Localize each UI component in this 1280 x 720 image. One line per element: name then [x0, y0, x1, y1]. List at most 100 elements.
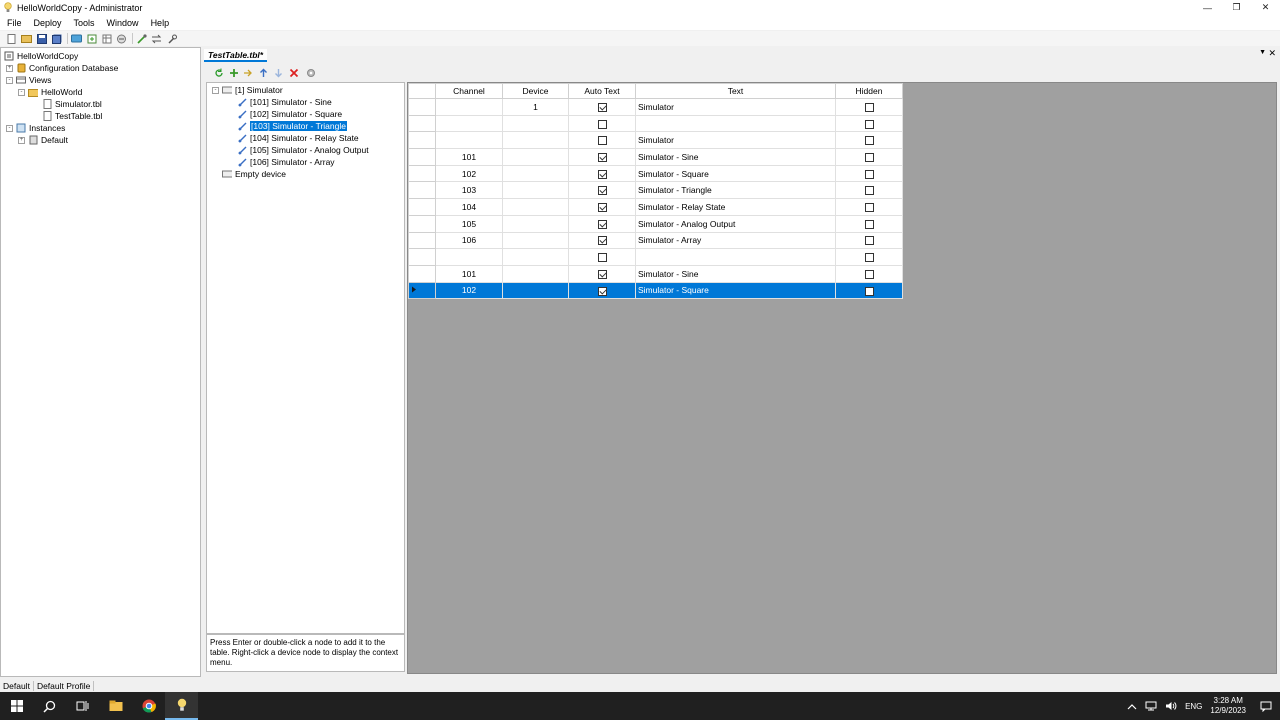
hidden-checkbox[interactable]	[864, 203, 874, 213]
cell-channel[interactable]	[435, 248, 503, 266]
auto-text-checkbox[interactable]	[597, 219, 607, 229]
volume-icon[interactable]	[1165, 701, 1177, 711]
close-button[interactable]: ✕	[1251, 0, 1280, 15]
move-down-icon[interactable]	[273, 67, 284, 78]
row-header[interactable]	[408, 148, 436, 166]
auto-text-checkbox[interactable]	[597, 153, 607, 163]
cell-device[interactable]	[502, 148, 569, 166]
tree-node-configuration-database[interactable]: + Configuration Database	[6, 62, 118, 74]
search-icon[interactable]	[33, 692, 66, 720]
cell-channel[interactable]: 104	[435, 198, 503, 216]
table-row[interactable]: 102 Simulator - Square	[408, 281, 903, 300]
expand-plus-icon[interactable]: +	[6, 64, 13, 72]
add-view-icon[interactable]	[86, 33, 97, 44]
cell-channel[interactable]	[435, 114, 503, 133]
transfer-icon[interactable]	[151, 33, 162, 44]
cell-device[interactable]	[502, 231, 569, 250]
cell-channel[interactable]: 105	[435, 214, 503, 233]
auto-text-checkbox[interactable]	[597, 119, 607, 129]
expand-plus-icon[interactable]: +	[18, 136, 25, 144]
hidden-checkbox[interactable]	[864, 186, 874, 196]
table-row[interactable]: 105 Simulator - Analog Output	[408, 214, 903, 233]
cell-channel[interactable]: 102	[435, 281, 503, 300]
row-header[interactable]	[408, 281, 436, 300]
network-icon[interactable]	[1145, 701, 1157, 711]
auto-text-checkbox[interactable]	[597, 186, 607, 196]
auto-text-checkbox[interactable]	[597, 102, 607, 112]
cell-text[interactable]: Simulator - Triangle	[635, 181, 836, 200]
device-node-empty[interactable]: Empty device	[222, 168, 286, 180]
lightbulb-app-icon[interactable]	[165, 692, 198, 720]
file-explorer-icon[interactable]	[99, 692, 132, 720]
table-row[interactable]: 104 Simulator - Relay State	[408, 198, 903, 216]
collapse-minus-icon[interactable]: -	[6, 124, 13, 132]
hidden-checkbox[interactable]	[864, 236, 874, 246]
column-header-auto-text[interactable]: Auto Text	[568, 83, 636, 99]
cell-text[interactable]: Simulator - Analog Output	[635, 214, 836, 233]
column-header-channel[interactable]: Channel	[435, 83, 503, 99]
table-row[interactable]: 1 Simulator	[408, 98, 903, 116]
start-windows-icon[interactable]	[0, 692, 33, 720]
menu-file[interactable]: File	[2, 18, 27, 28]
delete-icon[interactable]	[288, 67, 299, 78]
cell-text[interactable]	[635, 114, 836, 133]
restore-button[interactable]: ❐	[1222, 0, 1251, 15]
cell-device[interactable]	[502, 214, 569, 233]
close-tab-icon[interactable]: ✕	[1268, 48, 1276, 59]
cell-channel[interactable]	[435, 131, 503, 150]
wrench-icon[interactable]	[166, 33, 177, 44]
cell-device[interactable]	[502, 281, 569, 300]
auto-text-checkbox[interactable]	[597, 269, 607, 279]
hidden-checkbox[interactable]	[864, 136, 874, 146]
tree-node-root[interactable]: HelloWorldCopy	[4, 50, 78, 62]
hidden-checkbox[interactable]	[864, 119, 874, 129]
cell-text[interactable]: Simulator	[635, 131, 836, 150]
cell-channel[interactable]: 103	[435, 181, 503, 200]
hidden-checkbox[interactable]	[864, 169, 874, 179]
column-header-device[interactable]: Device	[502, 83, 569, 99]
row-header[interactable]	[408, 214, 436, 233]
auto-text-checkbox[interactable]	[597, 253, 607, 263]
hidden-checkbox[interactable]	[864, 219, 874, 229]
auto-text-checkbox[interactable]	[597, 236, 607, 246]
database-icon[interactable]	[71, 33, 82, 44]
cell-text[interactable]: Simulator - Square	[635, 281, 836, 300]
tools-icon[interactable]	[136, 33, 147, 44]
cell-text[interactable]: Simulator - Array	[635, 231, 836, 250]
hidden-checkbox[interactable]	[864, 286, 874, 296]
collapse-minus-icon[interactable]: -	[212, 86, 219, 94]
cell-device[interactable]	[502, 164, 569, 183]
cell-device[interactable]	[502, 181, 569, 200]
table-row[interactable]: 102 Simulator - Square	[408, 164, 903, 183]
channel-node-103[interactable]: [103] Simulator - Triangle	[237, 120, 347, 132]
cell-device[interactable]	[502, 114, 569, 133]
cell-device[interactable]	[502, 198, 569, 216]
row-header[interactable]	[408, 264, 436, 283]
collapse-minus-icon[interactable]: -	[6, 76, 13, 84]
channel-node-104[interactable]: [104] Simulator - Relay State	[237, 132, 359, 144]
channel-node-102[interactable]: [102] Simulator - Square	[237, 108, 342, 120]
table-row[interactable]	[408, 248, 903, 266]
chrome-icon[interactable]	[132, 692, 165, 720]
cell-device[interactable]: 1	[502, 98, 569, 116]
new-file-icon[interactable]	[6, 33, 17, 44]
move-up-icon[interactable]	[258, 67, 269, 78]
menu-tools[interactable]: Tools	[69, 18, 100, 28]
hidden-checkbox[interactable]	[864, 253, 874, 263]
row-header[interactable]	[408, 181, 436, 200]
channel-node-106[interactable]: [106] Simulator - Array	[237, 156, 335, 168]
tree-node-views[interactable]: - Views	[6, 74, 52, 86]
cell-text[interactable]: Simulator - Sine	[635, 264, 836, 283]
menu-help[interactable]: Help	[146, 18, 175, 28]
chevron-up-icon[interactable]	[1127, 703, 1137, 710]
hidden-checkbox[interactable]	[864, 102, 874, 112]
table-row[interactable]: 101 Simulator - Sine	[408, 264, 903, 283]
insert-row-icon[interactable]	[243, 67, 254, 78]
auto-text-checkbox[interactable]	[597, 136, 607, 146]
hidden-checkbox[interactable]	[864, 269, 874, 279]
deploy-icon[interactable]	[116, 33, 127, 44]
menu-deploy[interactable]: Deploy	[29, 18, 67, 28]
row-header[interactable]	[408, 248, 436, 266]
auto-text-checkbox[interactable]	[597, 169, 607, 179]
tab-testtable[interactable]: TestTable.tbl*	[204, 49, 268, 62]
